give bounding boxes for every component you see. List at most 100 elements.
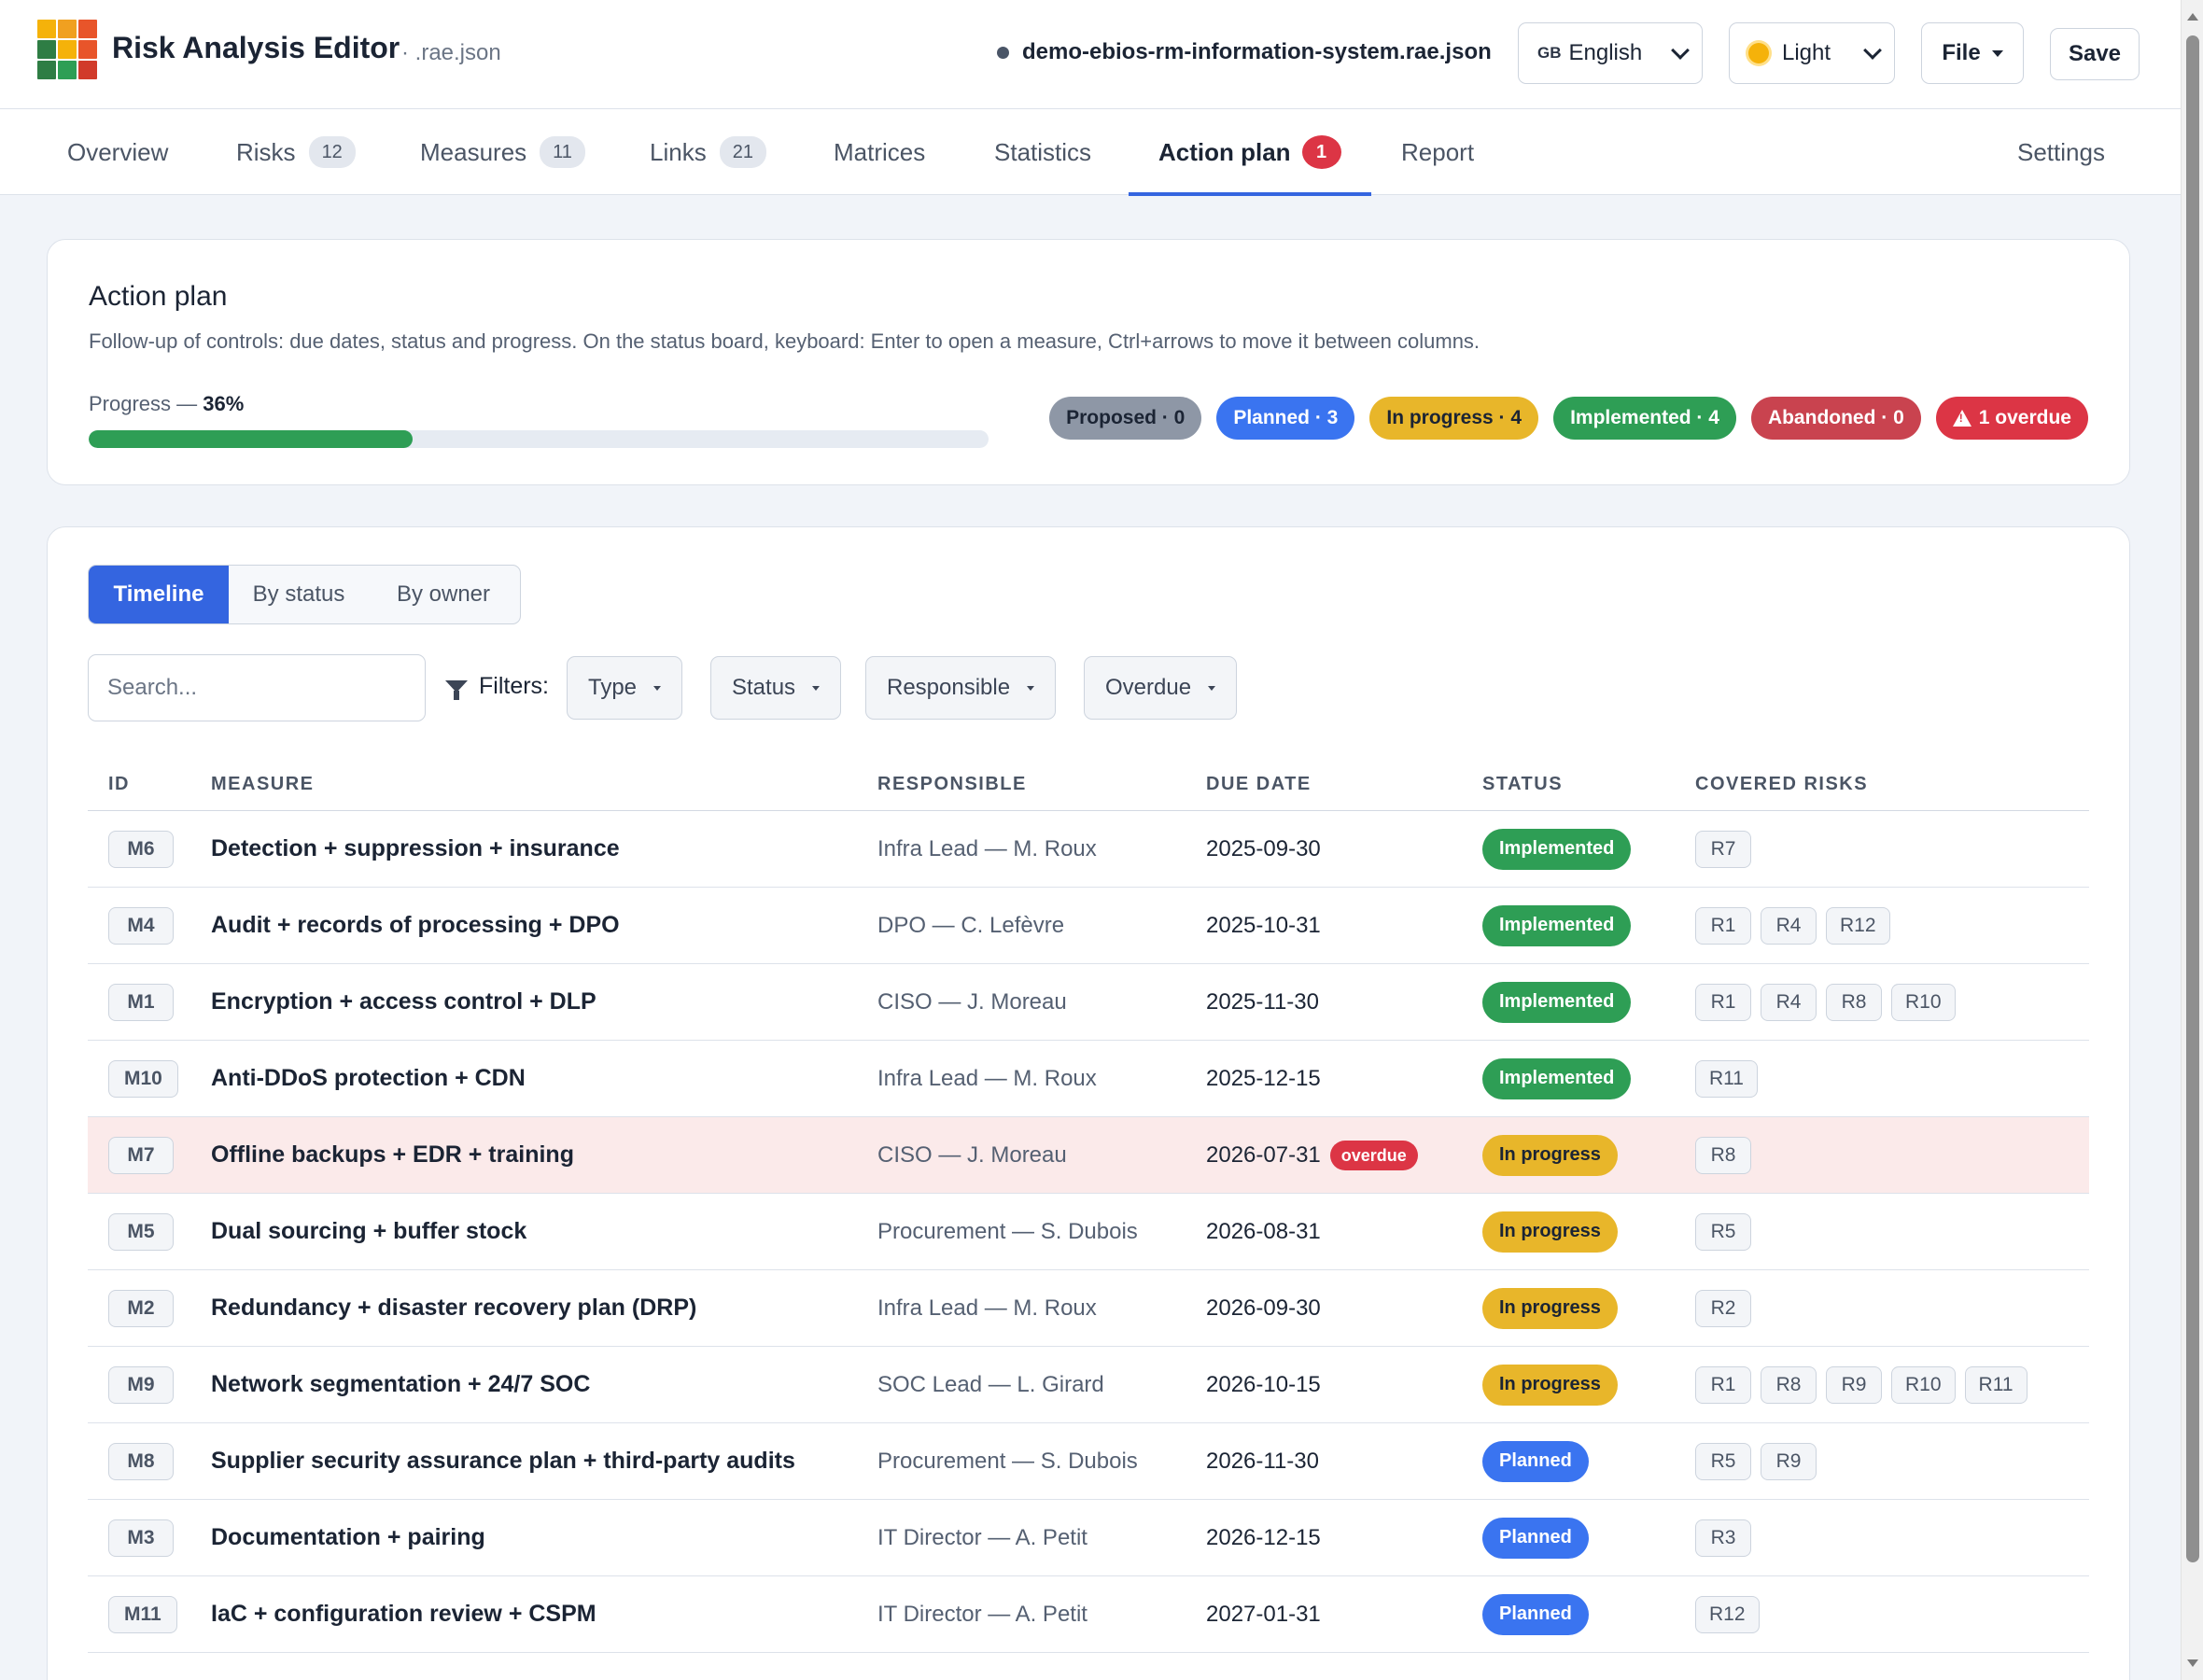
search-field[interactable] bbox=[88, 654, 426, 721]
tab-risks[interactable]: Risks 12 bbox=[236, 109, 356, 195]
tab-settings[interactable]: Settings bbox=[2017, 109, 2105, 195]
table-row[interactable]: M1 Encryption + access control + DLP CISO … bbox=[88, 964, 2089, 1041]
status-pill-implemented[interactable]: Implemented · 4 bbox=[1553, 397, 1736, 440]
search-input[interactable] bbox=[107, 675, 425, 701]
tab-measures[interactable]: Measures 11 bbox=[420, 109, 585, 195]
tab-matrices[interactable]: Matrices bbox=[834, 109, 925, 195]
measure-id-tag[interactable]: M2 bbox=[108, 1289, 174, 1327]
scroll-up-arrow-icon[interactable] bbox=[2187, 13, 2198, 21]
covered-risk-tag[interactable]: R1 bbox=[1695, 983, 1751, 1021]
column-header-due-date[interactable]: Due date bbox=[1206, 774, 1482, 795]
table-row[interactable]: M6 Detection + suppression + insurance Inf… bbox=[88, 811, 2089, 888]
measure-name[interactable]: Encryption + access control + DLP bbox=[211, 988, 596, 1015]
measure-id-tag[interactable]: M8 bbox=[108, 1442, 174, 1480]
column-header-measure[interactable]: Measure bbox=[211, 774, 877, 795]
tab-report[interactable]: Report bbox=[1401, 109, 1474, 195]
table-row[interactable]: M7 Offline backups + EDR + training CISO —… bbox=[88, 1117, 2089, 1194]
filter-status-dropdown[interactable]: Status bbox=[710, 656, 842, 720]
filter-type-dropdown[interactable]: Type bbox=[567, 656, 683, 720]
covered-risk-tag[interactable]: R9 bbox=[1826, 1365, 1882, 1404]
tab-overview[interactable]: Overview bbox=[67, 109, 168, 195]
theme-select[interactable]: Light bbox=[1729, 22, 1895, 84]
covered-risk-tag[interactable]: R12 bbox=[1695, 1595, 1760, 1633]
covered-risk-tag[interactable]: R4 bbox=[1761, 906, 1817, 945]
section-title: Action plan bbox=[89, 281, 228, 312]
measure-id-tag[interactable]: M6 bbox=[108, 830, 174, 868]
measure-name[interactable]: Network segmentation + 24/7 SOC bbox=[211, 1371, 590, 1397]
tab-label: Report bbox=[1401, 137, 1475, 166]
measure-name[interactable]: Detection + suppression + insurance bbox=[211, 835, 620, 861]
covered-risk-tag[interactable]: R8 bbox=[1761, 1365, 1817, 1404]
covered-risk-tag[interactable]: R1 bbox=[1695, 906, 1751, 945]
covered-risk-tag[interactable]: R5 bbox=[1695, 1212, 1751, 1251]
measure-id-tag[interactable]: M5 bbox=[108, 1212, 174, 1251]
table-row[interactable]: M5 Dual sourcing + buffer stock Procuremen… bbox=[88, 1194, 2089, 1270]
measure-name[interactable]: Audit + records of processing + DPO bbox=[211, 912, 620, 938]
status-pill-overdue[interactable]: 1 overdue bbox=[1935, 397, 2088, 440]
tab-action-plan[interactable]: Action plan 1 bbox=[1129, 109, 1371, 196]
covered-risk-tag[interactable]: R10 bbox=[1891, 983, 1956, 1021]
cell-responsible: CISO — J. Moreau bbox=[877, 1142, 1206, 1169]
filter-overdue-dropdown[interactable]: Overdue bbox=[1084, 656, 1238, 720]
covered-risk-tag[interactable]: R4 bbox=[1761, 983, 1817, 1021]
measure-id-tag[interactable]: M7 bbox=[108, 1136, 174, 1174]
cell-status: In progress bbox=[1482, 1211, 1695, 1253]
covered-risk-tag[interactable]: R8 bbox=[1695, 1136, 1751, 1174]
view-by-owner-button[interactable]: By owner bbox=[369, 566, 518, 623]
table-row[interactable]: M2 Redundancy + disaster recovery plan (D… bbox=[88, 1270, 2089, 1347]
table-row[interactable]: M4 Audit + records of processing + DPO DPO… bbox=[88, 888, 2089, 964]
view-by-status-button[interactable]: By status bbox=[229, 566, 369, 623]
measure-name[interactable]: Redundancy + disaster recovery plan (DRP… bbox=[211, 1295, 696, 1321]
logo-square bbox=[58, 20, 77, 38]
column-header-responsible[interactable]: Responsible bbox=[877, 774, 1206, 795]
column-header-covered-risks[interactable]: Covered risks bbox=[1695, 774, 1868, 795]
measure-name[interactable]: IaC + configuration review + CSPM bbox=[211, 1601, 596, 1627]
status-pill-abandoned[interactable]: Abandoned · 0 bbox=[1750, 397, 1921, 440]
tab-links[interactable]: Links 21 bbox=[650, 109, 766, 195]
table-row[interactable]: M9 Network segmentation + 24/7 SOC SOC Lea… bbox=[88, 1347, 2089, 1423]
measure-name[interactable]: Supplier security assurance plan + third… bbox=[211, 1448, 795, 1474]
measure-name[interactable]: Anti-DDoS protection + CDN bbox=[211, 1065, 526, 1091]
table-row[interactable]: M10 Anti-DDoS protection + CDN Infra Lead … bbox=[88, 1041, 2089, 1117]
measure-id-tag[interactable]: M4 bbox=[108, 906, 174, 945]
covered-risk-tag[interactable]: R5 bbox=[1695, 1442, 1751, 1480]
language-select[interactable]: GB English bbox=[1518, 22, 1703, 84]
measure-id-tag[interactable]: M9 bbox=[108, 1365, 174, 1404]
cell-due-date: 2026-10-15 bbox=[1206, 1372, 1482, 1398]
column-header-id[interactable]: ID bbox=[88, 774, 211, 795]
measure-name[interactable]: Offline backups + EDR + training bbox=[211, 1141, 574, 1168]
cell-measure: Documentation + pairing bbox=[211, 1524, 877, 1551]
covered-risk-tag[interactable]: R7 bbox=[1695, 830, 1751, 868]
measure-name[interactable]: Dual sourcing + buffer stock bbox=[211, 1218, 526, 1244]
measure-id-tag[interactable]: M3 bbox=[108, 1519, 174, 1557]
covered-risk-tag[interactable]: R11 bbox=[1964, 1365, 2028, 1404]
covered-risk-tag[interactable]: R9 bbox=[1761, 1442, 1817, 1480]
page-scrollbar[interactable] bbox=[2181, 0, 2203, 1680]
tab-statistics[interactable]: Statistics bbox=[994, 109, 1091, 195]
cell-status: Implemented bbox=[1482, 1057, 1695, 1099]
covered-risk-tag[interactable]: R1 bbox=[1695, 1365, 1751, 1404]
file-menu-button[interactable]: File bbox=[1921, 22, 2024, 84]
measure-id-tag[interactable]: M1 bbox=[108, 983, 174, 1021]
table-row[interactable]: M3 Documentation + pairing IT Director — A… bbox=[88, 1500, 2089, 1576]
measure-name[interactable]: Documentation + pairing bbox=[211, 1524, 485, 1550]
filter-responsible-dropdown[interactable]: Responsible bbox=[865, 656, 1057, 720]
covered-risk-tag[interactable]: R3 bbox=[1695, 1519, 1751, 1557]
measure-id-tag[interactable]: M10 bbox=[108, 1059, 178, 1098]
covered-risk-tag[interactable]: R11 bbox=[1695, 1059, 1758, 1098]
measure-id-tag[interactable]: M11 bbox=[108, 1595, 177, 1633]
covered-risk-tag[interactable]: R12 bbox=[1826, 906, 1890, 945]
covered-risk-tag[interactable]: R8 bbox=[1826, 983, 1882, 1021]
covered-risk-tag[interactable]: R10 bbox=[1891, 1365, 1956, 1404]
scrollbar-thumb[interactable] bbox=[2186, 35, 2199, 1562]
covered-risk-tag[interactable]: R2 bbox=[1695, 1289, 1751, 1327]
save-button[interactable]: Save bbox=[2050, 28, 2140, 80]
table-row[interactable]: M8 Supplier security assurance plan + thi… bbox=[88, 1423, 2089, 1500]
view-timeline-button[interactable]: Timeline bbox=[89, 566, 229, 623]
table-row[interactable]: M11 IaC + configuration review + CSPM IT D… bbox=[88, 1576, 2089, 1653]
column-header-status[interactable]: Status bbox=[1482, 774, 1695, 795]
status-pill-proposed[interactable]: Proposed · 0 bbox=[1049, 397, 1202, 440]
scroll-down-arrow-icon[interactable] bbox=[2187, 1659, 2198, 1667]
status-pill-in-progress[interactable]: In progress · 4 bbox=[1369, 397, 1539, 440]
status-pill-planned[interactable]: Planned · 3 bbox=[1216, 397, 1355, 440]
